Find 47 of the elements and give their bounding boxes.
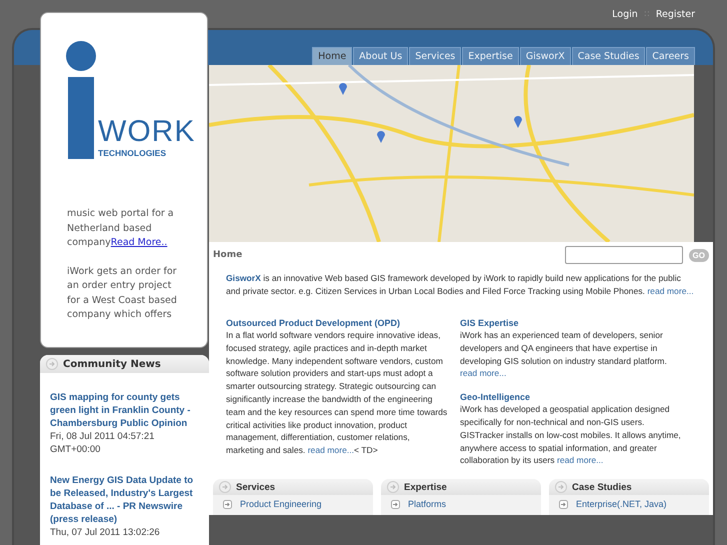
logo-word: WORK <box>98 117 196 147</box>
arrow-circle-icon <box>219 481 231 494</box>
link-separator: :: <box>644 9 650 19</box>
intro-paragraph: GisworX is an innovative Web based GIS framework developed by iWork to rapidly build new applications for the public and private sector. e.g. Citizen Services in Urban Local Bodies and Filed Force Tracking using Mobile Phones. read more... <box>226 272 695 298</box>
news-date: Thu, 07 Jul 2011 13:02:26 <box>50 526 161 539</box>
nav-tab[interactable]: GisworX <box>520 47 571 65</box>
panel-title: Community News <box>63 358 161 370</box>
news-headline-link[interactable]: New Energy GIS Data Update to be Released, Industry's Largest Database of ... - PR Newswire (press release) <box>50 474 201 526</box>
news-ticker-text: iWork gets an order for an order entry project for a West Coast based company which offers <box>67 264 178 322</box>
nav-tab[interactable]: Services <box>409 47 462 65</box>
read-more-link[interactable]: read more... <box>308 445 354 456</box>
panel-title: Services <box>236 482 276 493</box>
nav-tab[interactable]: Expertise <box>462 47 519 65</box>
register-link[interactable]: Register <box>656 8 695 20</box>
read-more-link[interactable]: read more... <box>647 286 694 296</box>
arrow-circle-icon <box>555 481 567 494</box>
read-more-link[interactable]: Read More.. <box>110 237 168 248</box>
breadcrumb: Home <box>213 250 242 260</box>
read-more-link[interactable]: read more... <box>460 368 506 378</box>
arrow-box-icon <box>223 500 232 509</box>
login-link[interactable]: Login <box>612 8 638 20</box>
section-title: GIS Expertise <box>460 318 519 328</box>
nav-tab[interactable]: Careers <box>646 47 695 65</box>
section-text: In a flat world software vendors require innovative ideas, focused strategy, agile practices and in-depth market knowledge. Many independent software vendors, custom software solution providers and start-ups must adopt a smarter outsourcing strategy. Strategic outsourcing can significantly increase the bandwidth of the engineering team and the key resources can spend more time towards critical activities like product innovation, product management, differentiation, customer relations, marketing and sales. read more...< TD> <box>226 329 448 457</box>
category-link[interactable]: Product Engineering <box>240 499 322 510</box>
arrow-box-icon <box>559 500 568 509</box>
news-headline-link[interactable]: GIS mapping for county gets green light in Franklin County - Chambersburg Public Opinion <box>50 391 201 430</box>
arrow-circle-icon <box>46 358 58 370</box>
read-more-link[interactable]: read more... <box>556 455 604 466</box>
panel-title: Case Studies <box>572 482 632 493</box>
arrow-box-icon <box>391 500 400 509</box>
nav-tab[interactable]: Home <box>312 47 352 65</box>
section-text: iWork has developed a geospatial application designed specifically for non-technical and non-GIS users. GISTracker installs on low-cost mobiles. It allows anytime, anywhere access to spatial information, and greater collaboration by its users read more... <box>460 403 682 468</box>
category-link[interactable]: Platforms <box>408 499 446 510</box>
arrow-circle-icon <box>387 481 399 494</box>
news-date: Fri, 08 Jul 2011 04:57:21 GMT+00:00 <box>50 430 156 456</box>
section-text: iWork has an experienced team of developers, senior developers and QA engineers that have expertise in developing GIS solution on industry standard platform. read more... <box>460 329 668 380</box>
news-ticker-text: music web portal for a Netherland based companyRead More.. <box>67 207 175 250</box>
search-field[interactable] <box>564 246 683 264</box>
section-title: Outsourced Product Development (OPD) <box>226 318 400 328</box>
section-title: Geo-Intelligence <box>460 392 530 402</box>
category-link[interactable]: Enterprise(.NET, Java) <box>576 499 667 510</box>
nav-tab[interactable]: About Us <box>353 47 408 65</box>
gisworx-link[interactable]: GisworX <box>226 273 261 283</box>
panel-title: Expertise <box>404 482 447 493</box>
logo-i-icon <box>63 41 99 159</box>
nav-tab[interactable]: Case Studies <box>572 47 646 65</box>
